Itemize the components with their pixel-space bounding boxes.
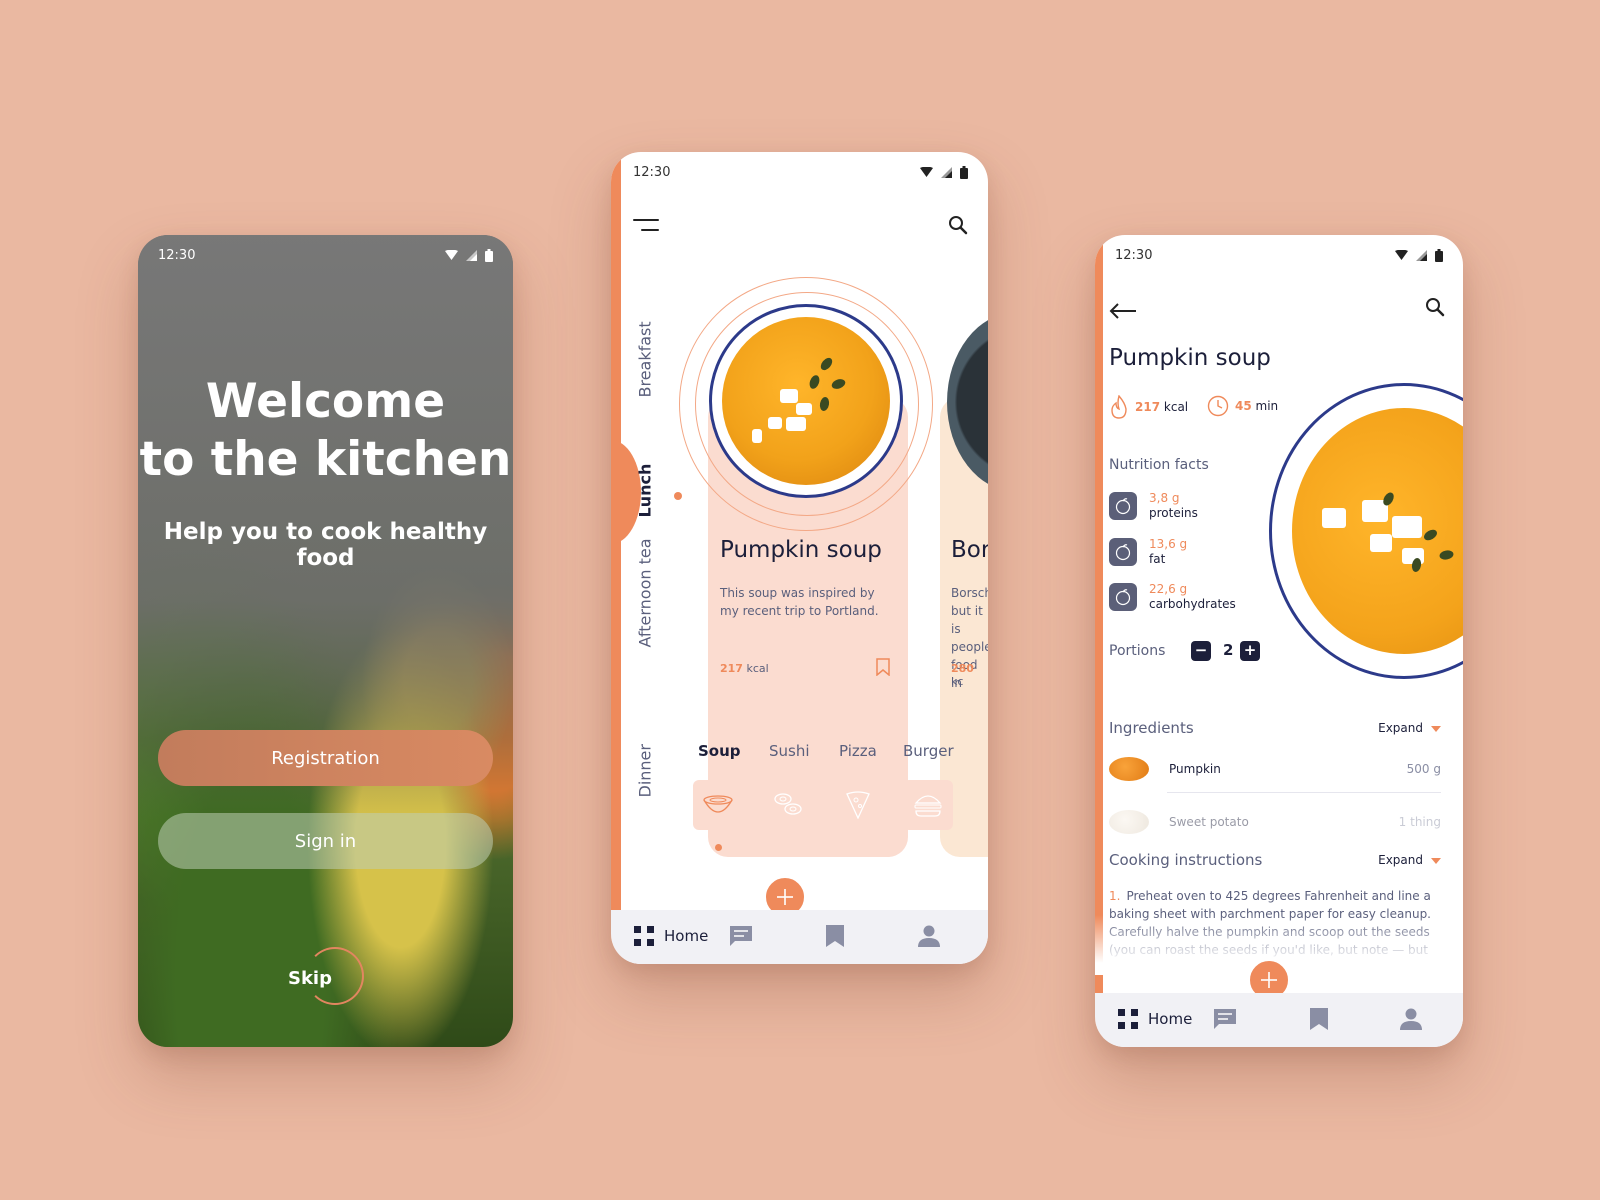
card-title: Bor — [951, 537, 988, 563]
tab-breakfast[interactable]: Breakfast — [636, 321, 655, 397]
clock-icon — [1207, 395, 1229, 417]
soup-icon[interactable] — [693, 780, 743, 830]
bottom-nav: Home — [611, 910, 988, 964]
tab-dinner[interactable]: Dinner — [636, 744, 655, 797]
signal-icon — [1416, 249, 1427, 261]
sign-in-button[interactable]: Sign in — [158, 813, 493, 869]
welcome-title-line2: to the kitchen — [139, 432, 512, 487]
burger-icon[interactable] — [903, 780, 953, 830]
chat-icon[interactable] — [1213, 1008, 1237, 1030]
profile-icon[interactable] — [918, 925, 940, 947]
wifi-icon — [1395, 250, 1408, 260]
grid-icon — [1118, 1009, 1138, 1029]
time-info: 45 min — [1207, 395, 1278, 417]
search-icon[interactable] — [1425, 297, 1445, 317]
battery-icon — [960, 165, 968, 179]
signal-icon — [941, 166, 952, 178]
card-kcal: 280 kc — [951, 662, 974, 688]
battery-icon — [1435, 248, 1443, 262]
ingredient-row: Sweet potato 1 thing — [1109, 802, 1441, 842]
cooking-instructions-title: Cooking instructions — [1109, 851, 1263, 869]
apple-icon — [1109, 583, 1137, 611]
apple-icon — [1109, 492, 1137, 520]
welcome-subtitle: Help you to cook healthy food — [163, 519, 488, 571]
increase-portions-button[interactable]: + — [1240, 641, 1260, 661]
ingredients-expand-button[interactable]: Expand — [1378, 721, 1441, 735]
nutrition-facts-title: Nutrition facts — [1109, 457, 1209, 473]
status-bar: 12:30 — [611, 152, 988, 192]
chat-icon[interactable] — [729, 925, 753, 947]
sweet-potato-icon — [1109, 810, 1149, 834]
status-bar: 12:30 — [138, 235, 513, 275]
vegetables-background-image — [138, 235, 513, 1047]
divider — [1167, 792, 1441, 793]
card-title: Pumpkin soup — [720, 537, 882, 563]
search-icon[interactable] — [948, 215, 968, 235]
accent-edge — [611, 152, 621, 964]
decrease-portions-button[interactable]: − — [1191, 641, 1211, 661]
sushi-icon[interactable] — [763, 780, 813, 830]
portions-label: Portions — [1109, 643, 1166, 659]
status-time: 12:30 — [158, 247, 196, 263]
status-time: 12:30 — [633, 164, 671, 180]
welcome-title: Welcome to the kitchen — [138, 373, 513, 489]
nav-home-label: Home — [1148, 1010, 1193, 1028]
nutrition-row-fat: 13,6 g fat — [1109, 537, 1187, 567]
pizza-icon[interactable] — [833, 780, 883, 830]
menu-icon[interactable] — [633, 219, 659, 233]
portions-value: 2 — [1223, 641, 1234, 659]
instructions-expand-button[interactable]: Expand — [1378, 853, 1441, 867]
calories-info: 217 kcal — [1109, 395, 1188, 419]
ingredients-title: Ingredients — [1109, 719, 1194, 737]
page-title: Pumpkin soup — [1109, 345, 1271, 371]
pumpkin-soup-image — [709, 304, 903, 498]
ingredient-row: Pumpkin 500 g — [1109, 749, 1441, 789]
profile-icon[interactable] — [1400, 1008, 1422, 1030]
signal-icon — [466, 249, 477, 261]
category-burger[interactable]: Burger — [903, 742, 954, 760]
registration-button[interactable]: Registration — [158, 730, 493, 786]
caret-down-icon — [1431, 857, 1441, 864]
nav-home-label: Home — [664, 927, 709, 945]
bookmark-icon[interactable] — [1310, 1008, 1328, 1030]
nutrition-row-proteins: 3,8 g proteins — [1109, 491, 1198, 521]
welcome-screen: 12:30 Welcome to the kitchen Help you to… — [138, 235, 513, 1047]
card-description: This soup was inspired by my recent trip… — [720, 586, 879, 618]
grid-icon — [634, 926, 654, 946]
active-tab-dot — [674, 492, 682, 500]
category-sushi[interactable]: Sushi — [769, 742, 810, 760]
caret-down-icon — [1431, 725, 1441, 732]
flame-icon — [1111, 395, 1127, 419]
category-pizza[interactable]: Pizza — [839, 742, 877, 760]
nav-home[interactable]: Home — [1118, 1009, 1192, 1029]
status-bar: 12:30 — [1095, 235, 1463, 275]
apple-icon — [1109, 538, 1137, 566]
plus-icon — [777, 889, 793, 905]
active-category-dot — [715, 844, 722, 851]
plus-icon — [1261, 972, 1277, 988]
pumpkin-soup-image — [1269, 383, 1463, 679]
nav-home[interactable]: Home — [634, 926, 708, 946]
wifi-icon — [445, 250, 458, 260]
bottom-nav: Home — [1095, 993, 1463, 1047]
back-arrow-icon[interactable] — [1109, 303, 1137, 319]
home-screen: 12:30 Breakfast Lunch Afternoon tea Dinn… — [611, 152, 988, 964]
card-kcal: 217 kcal — [720, 662, 769, 675]
nutrition-row-carbohydrates: 22,6 g carbohydrates — [1109, 582, 1236, 612]
bookmark-icon[interactable] — [876, 658, 890, 676]
recipe-detail-screen: 12:30 Pumpkin soup 217 kcal 45 min Nutri… — [1095, 235, 1463, 1047]
category-soup[interactable]: Soup — [698, 742, 741, 760]
tab-lunch[interactable]: Lunch — [636, 464, 655, 518]
status-time: 12:30 — [1115, 247, 1153, 263]
bookmark-icon[interactable] — [826, 925, 844, 947]
pumpkin-icon — [1109, 757, 1149, 781]
battery-icon — [485, 248, 493, 262]
wifi-icon — [920, 167, 933, 177]
tab-afternoon-tea[interactable]: Afternoon tea — [636, 538, 655, 647]
skip-button[interactable]: Skip — [288, 968, 332, 989]
welcome-title-line1: Welcome — [205, 374, 446, 429]
